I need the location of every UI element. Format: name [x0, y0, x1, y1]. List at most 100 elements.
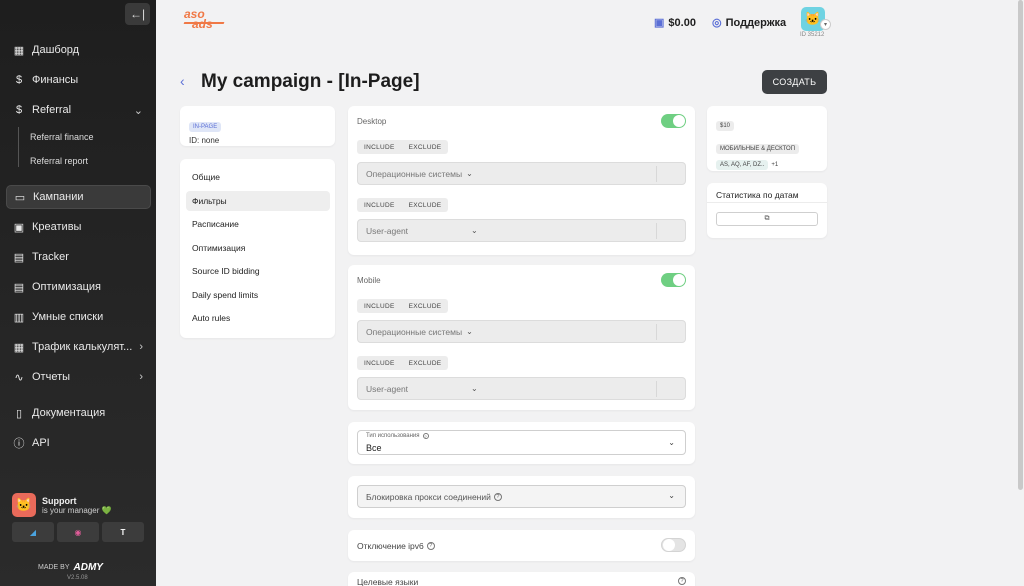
ipv6-label: Отключение ipv6? [357, 541, 435, 551]
menu-item-general[interactable]: Общие [186, 167, 330, 187]
include-button[interactable]: INCLUDE [357, 198, 402, 212]
cat-avatar-icon: 🐱 [804, 11, 822, 26]
stats-title: Статистика по датам [716, 190, 799, 200]
proxy-block-card: Блокировка прокси соединений? ⌄ [348, 476, 695, 518]
chevron-down-icon: ⌄ [668, 438, 675, 447]
exclude-button[interactable]: EXCLUDE [402, 140, 449, 154]
menu-item-auto-rules[interactable]: Auto rules [186, 308, 330, 328]
ipv6-toggle[interactable] [661, 538, 686, 552]
user-id: ID 35212 [800, 32, 825, 38]
support-link-label: Поддержка [725, 16, 787, 29]
made-by-label: MADE BY [38, 564, 70, 571]
platform-pill: МОБИЛЬНЫЕ & ДЕСКТОП [716, 144, 800, 154]
collapse-icon: ←| [129, 7, 146, 21]
support-manager[interactable]: 🐱 Support is your manager 💚 [12, 493, 112, 517]
calculator-icon: ▦ [13, 341, 25, 354]
desktop-ua-mode: INCLUDE EXCLUDE [357, 198, 449, 212]
telegram-icon: ◢ [29, 527, 37, 537]
lifebuoy-icon: ◎ [712, 17, 722, 29]
sidebar-item-optimization[interactable]: ▤ Оптимизация [6, 275, 151, 299]
menu-item-filters[interactable]: Фильтры [186, 191, 330, 211]
desktop-os-mode: INCLUDE EXCLUDE [357, 140, 449, 154]
select-divider [656, 223, 657, 239]
sidebar-item-api[interactable]: ⓘ API [6, 431, 151, 455]
usage-type-label-text: Тип использования [366, 433, 420, 439]
sidebar-item-campaigns[interactable]: ▭ Кампании [6, 185, 151, 209]
open-stats-button[interactable]: ⧉ [716, 212, 818, 226]
image-icon: ▣ [13, 221, 25, 234]
sidebar-subitem-referral-report[interactable]: Referral report [30, 156, 88, 166]
support-title: Support [42, 495, 77, 506]
chevron-down-icon[interactable]: ▾ [820, 19, 831, 30]
menu-item-schedule[interactable]: Расписание [186, 214, 330, 234]
monitor-icon: ▭ [14, 191, 26, 204]
sidebar-item-documentation[interactable]: ▯ Документация [6, 401, 151, 425]
usage-type-select[interactable]: Тип использования? Все ⌄ [357, 430, 686, 455]
ua-placeholder: User-agent [366, 383, 409, 394]
wallet-icon: ▣ [654, 17, 665, 29]
skype-button[interactable]: ◉ [57, 522, 99, 542]
stats-by-date-card: Статистика по датам ⧉ [707, 183, 827, 238]
sidebar-item-creatives[interactable]: ▣ Креативы [6, 215, 151, 239]
page-scrollbar[interactable] [1018, 0, 1023, 490]
teams-button[interactable]: T [102, 522, 144, 542]
sidebar-item-smart-lists[interactable]: ▥ Умные списки [6, 305, 151, 329]
include-button[interactable]: INCLUDE [357, 140, 402, 154]
sidebar-item-referral[interactable]: $ Referral ⌄ [6, 98, 151, 122]
ua-placeholder: User-agent [366, 225, 409, 236]
teams-icon: T [120, 527, 126, 537]
toggle-knob [673, 115, 685, 127]
proxy-block-select[interactable]: Блокировка прокси соединений? ⌄ [357, 485, 686, 508]
help-icon: ? [678, 577, 686, 585]
desktop-os-select[interactable]: Операционные системы ⌄ [357, 162, 686, 185]
admy-logo: ADMY [73, 562, 103, 573]
balance-value: $0.00 [668, 16, 696, 29]
summary-card: $10 МОБИЛЬНЫЕ & ДЕСКТОП AS, AQ, AF, DZ..… [707, 106, 827, 171]
back-icon[interactable]: ‹ [180, 73, 185, 89]
divider [707, 202, 827, 203]
document-icon: ▤ [13, 281, 25, 294]
include-button[interactable]: INCLUDE [357, 356, 402, 370]
desktop-toggle[interactable] [661, 114, 686, 128]
campaign-info-card: IN-PAGE ID: none [180, 106, 335, 146]
balance[interactable]: ▣ $0.00 [654, 16, 696, 30]
create-button[interactable]: СОЗДАТЬ [762, 70, 827, 94]
sidebar: ←| ▦ Дашборд $ Финансы $ Referral ⌄ Referral… [0, 0, 156, 586]
brand-underline [183, 22, 225, 24]
exclude-button[interactable]: EXCLUDE [402, 198, 449, 212]
price-pill: $10 [716, 121, 735, 131]
exclude-button[interactable]: EXCLUDE [402, 299, 449, 313]
brand-logo[interactable]: aso ads [184, 8, 213, 30]
chevron-down-icon: ⌄ [133, 104, 143, 117]
sidebar-subitem-referral-finance[interactable]: Referral finance [30, 132, 94, 142]
chevron-down-icon: ⌄ [466, 327, 473, 336]
made-by: MADE BY ADMY [38, 562, 103, 573]
sidebar-item-reports[interactable]: ∿ Отчеты › [6, 365, 151, 389]
mobile-ua-select[interactable]: User-agent ⌄ [357, 377, 686, 400]
sidebar-item-tracker[interactable]: ▤ Tracker [6, 245, 151, 269]
menu-item-optimization[interactable]: Оптимизация [186, 238, 330, 258]
mobile-os-select[interactable]: Операционные системы ⌄ [357, 320, 686, 343]
support-subtitle: is your manager 💚 [42, 505, 112, 515]
mobile-os-mode: INCLUDE EXCLUDE [357, 299, 449, 313]
telegram-button[interactable]: ◢ [12, 522, 54, 542]
book-icon: ▯ [15, 407, 23, 420]
mobile-ua-mode: INCLUDE EXCLUDE [357, 356, 449, 370]
submenu-line [18, 127, 19, 167]
include-button[interactable]: INCLUDE [357, 299, 402, 313]
support-link[interactable]: ◎ Поддержка [712, 16, 787, 30]
menu-item-daily-spend-limits[interactable]: Daily spend limits [186, 285, 330, 305]
usage-type-label: Тип использования? [366, 433, 429, 439]
usage-type-value: Все [366, 443, 382, 453]
sidebar-item-finance[interactable]: $ Финансы [6, 68, 151, 92]
sidebar-item-dashboard[interactable]: ▦ Дашборд [6, 38, 151, 62]
info-icon: ⓘ [13, 438, 25, 450]
desktop-ua-select[interactable]: User-agent ⌄ [357, 219, 686, 242]
select-divider [656, 381, 657, 397]
exclude-button[interactable]: EXCLUDE [402, 356, 449, 370]
mobile-toggle[interactable] [661, 273, 686, 287]
list-icon: ▥ [13, 311, 25, 324]
sidebar-item-traffic-calculator[interactable]: ▦ Трафик калькулят... › [6, 335, 151, 359]
menu-item-source-id-bidding[interactable]: Source ID bidding [186, 261, 330, 281]
collapse-sidebar-button[interactable]: ←| [125, 3, 150, 25]
